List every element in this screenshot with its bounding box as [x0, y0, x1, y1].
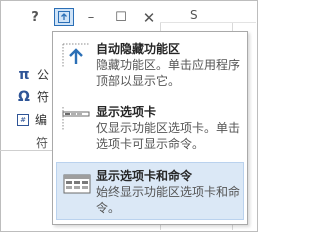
ribbon-item-numbering[interactable]: # 编: [17, 111, 47, 128]
column-header[interactable]: S: [190, 8, 198, 22]
ribbon-group-label: 符: [36, 136, 49, 150]
numbering-icon: #: [17, 113, 29, 126]
pi-icon: π: [18, 66, 30, 83]
omega-icon: Ω: [18, 88, 30, 105]
ribbon-item-symbol[interactable]: Ω 符: [17, 88, 49, 105]
menu-item-show-tabs-and-commands[interactable]: 显示选项卡和命令 始终显示功能区选项卡和命令。: [56, 162, 244, 220]
ribbon-options-icon: [58, 11, 70, 23]
close-button[interactable]: ✕: [138, 9, 160, 27]
menu-item-description: 始终显示功能区选项卡和命令。: [96, 185, 241, 215]
menu-item-description: 仅显示功能区选项卡。单击选项卡可显示命令。: [96, 121, 241, 151]
ribbon-item-equation[interactable]: π 公: [17, 66, 49, 83]
auto-hide-ribbon-icon: [62, 43, 89, 68]
menu-item-title: 显示选项卡: [96, 105, 157, 119]
maximize-button[interactable]: ☐: [110, 9, 132, 27]
show-tabs-and-commands-icon: [63, 174, 91, 194]
ribbon-display-options-button[interactable]: [54, 8, 74, 26]
menu-item-description: 隐藏功能区。单击应用程序顶部以显示它。: [96, 58, 241, 88]
ribbon-item-label: 公: [37, 68, 50, 82]
help-button[interactable]: ?: [24, 9, 46, 27]
ribbon-divider: [0, 150, 52, 151]
ribbon-display-options-menu: 自动隐藏功能区 隐藏功能区。单击应用程序顶部以显示它。 显示选项卡 仅显示功能区…: [52, 31, 248, 225]
ribbon-item-label: 编: [35, 113, 48, 127]
title-bar: ? – ☐ ✕ S: [0, 0, 258, 34]
show-tabs-icon: [62, 107, 90, 131]
menu-item-show-tabs[interactable]: 显示选项卡 仅显示功能区选项卡。单击选项卡可显示命令。: [56, 98, 244, 156]
menu-item-title: 自动隐藏功能区: [96, 42, 181, 56]
ribbon-item-label: 符: [37, 90, 50, 104]
menu-item-auto-hide-ribbon[interactable]: 自动隐藏功能区 隐藏功能区。单击应用程序顶部以显示它。: [56, 35, 244, 93]
minimize-button[interactable]: –: [80, 9, 102, 27]
menu-item-title: 显示选项卡和命令: [96, 169, 193, 183]
